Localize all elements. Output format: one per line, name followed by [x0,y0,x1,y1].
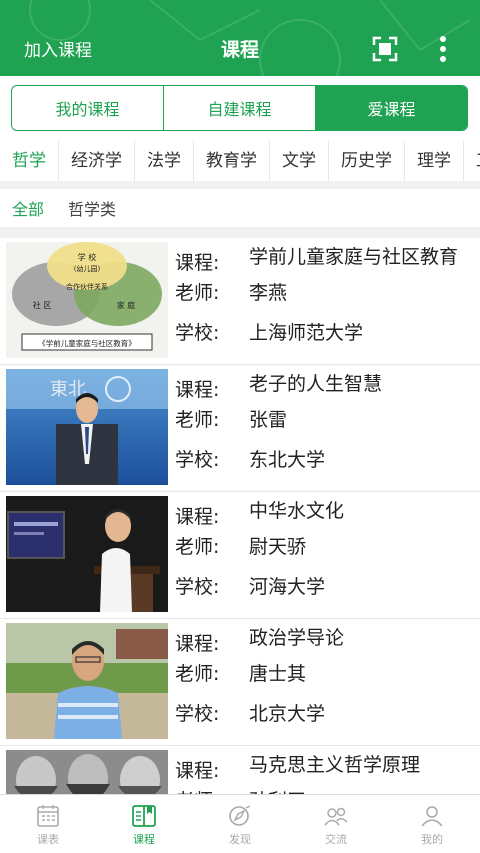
category-tab-science[interactable]: 理学 [405,141,464,181]
course-name: 马克思主义哲学原理 [249,754,421,776]
tab-discover[interactable]: 发现 [192,795,288,853]
course-thumbnail: 学 校 (幼儿园) 合作伙伴关系 社 区 家 庭 《学前儿童家庭与社区教育》 [6,242,168,358]
school-name: 上海师范大学 [249,322,364,344]
tab-label: 课程 [133,833,155,846]
course-row[interactable]: 课程: 中华水文化 老师: 尉天骄 学校: 河海大学 [0,492,480,619]
divider [0,181,480,189]
teacher-name: 李燕 [249,282,288,304]
course-thumbnail [6,750,168,794]
teacher-name: 张雷 [249,409,288,431]
school-name: 东北大学 [249,449,326,471]
page-title: 课程 [220,39,259,61]
subcategory-bar: 全部 哲学类 [0,189,480,227]
teacher-label: 老师: [175,409,220,431]
category-tab-history[interactable]: 历史学 [329,141,405,181]
segment-my-courses[interactable]: 我的课程 [12,86,164,130]
category-tab-education[interactable]: 教育学 [194,141,270,181]
course-thumbnail [6,623,168,739]
people-icon [324,807,348,826]
school-label: 学校: [175,449,220,471]
teacher-label: 老师: [175,536,220,558]
category-tab-engineering[interactable]: 工 [464,141,480,181]
course-label: 课程: [175,633,220,655]
segment-self-built-courses[interactable]: 自建课程 [164,86,316,130]
course-row[interactable]: 课程: 政治学导论 老师: 唐士其 学校: 北京大学 [0,619,480,746]
thumb-text-partnership: 合作伙伴关系 [66,282,108,291]
thumb-text-kindergarten: (幼儿园) [74,264,101,273]
school-name: 河海大学 [249,576,326,598]
course-thumbnail: 東北 [6,369,168,485]
thumb-text-family: 家 庭 [117,300,136,310]
tab-courses[interactable]: 课程 [96,795,192,853]
category-tab-economics[interactable]: 经济学 [59,141,135,181]
tab-label: 课表 [37,833,59,846]
bottom-tab-bar: 课表 课程 发现 交流 我的 [0,794,480,853]
scan-icon[interactable] [372,36,398,62]
course-thumbnail [6,496,168,612]
tab-me[interactable]: 我的 [384,795,480,853]
teacher-label: 老师: [175,663,220,685]
teacher-label: 老师: [175,786,219,794]
course-list: 学 校 (幼儿园) 合作伙伴关系 社 区 家 庭 《学前儿童家庭与社区教育》 课… [0,238,480,794]
thumb-text-community: 社 区 [33,300,52,310]
divider [0,227,480,238]
school-label: 学校: [175,322,220,344]
app-header: 加入课程 课程 [0,0,480,76]
book-icon [132,805,156,827]
segment-icourse[interactable]: 爱课程 [316,86,467,130]
course-row[interactable]: 東北 课程: 老子的人生智慧 老师: 张雷 学校: 东北大学 [0,365,480,492]
course-name: 学前儿童家庭与社区教育 [249,246,459,268]
course-label: 课程: [175,379,220,401]
course-name: 政治学导论 [249,627,345,649]
thumb-text-school: 学 校 [78,252,97,262]
tab-label: 发现 [229,833,251,846]
category-tab-literature[interactable]: 文学 [270,141,329,181]
course-label: 课程: [175,506,220,528]
subcategory-philosophy[interactable]: 哲学类 [68,196,116,220]
tab-schedule[interactable]: 课表 [0,795,96,853]
teacher-name: 孙利天 [249,786,306,794]
course-row[interactable]: 学 校 (幼儿园) 合作伙伴关系 社 区 家 庭 《学前儿童家庭与社区教育》 课… [0,238,480,365]
thumb-text-caption: 《学前儿童家庭与社区教育》 [38,338,136,348]
school-name: 北京大学 [249,703,326,725]
more-icon[interactable] [433,34,453,64]
course-row[interactable]: 课程: 马克思主义哲学原理 老师: 孙利天 [0,746,480,794]
teacher-name: 尉天骄 [249,536,307,558]
course-name: 老子的人生智慧 [249,373,383,395]
course-label: 课程: [175,760,220,782]
teacher-label: 老师: [175,282,220,304]
course-source-segmented-control: 我的课程 自建课程 爱课程 [11,85,468,131]
calendar-icon [37,805,59,827]
category-tab-philosophy[interactable]: 哲学 [0,141,59,181]
category-tab-law[interactable]: 法学 [135,141,194,181]
school-label: 学校: [175,703,220,725]
subcategory-all[interactable]: 全部 [12,196,44,220]
user-icon [421,806,443,827]
tab-community[interactable]: 交流 [288,795,384,853]
course-name: 中华水文化 [249,500,345,522]
compass-icon [229,805,251,826]
tab-label: 我的 [421,833,443,846]
tab-label: 交流 [325,833,347,846]
course-label: 课程: [175,252,220,274]
category-tabs: 哲学 经济学 法学 教育学 文学 历史学 理学 工 [0,141,480,181]
school-label: 学校: [175,576,220,598]
teacher-name: 唐士其 [249,663,307,685]
